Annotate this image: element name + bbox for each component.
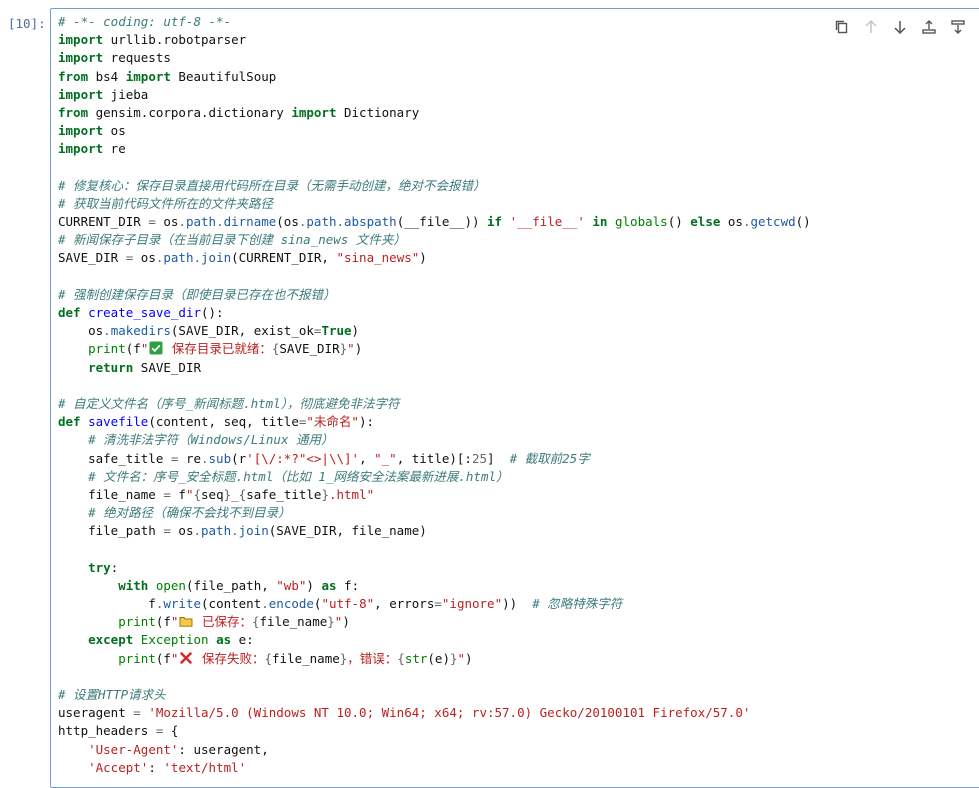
code-line: return SAVE_DIR [88, 359, 201, 375]
code-line: # 文件名：序号_安全标题.html（比如 1_网络安全法案最新进展.html） [58, 468, 509, 484]
code-line: def savefile(content, seq, title="未命名"): [58, 414, 374, 430]
code-line: # 修复核心：保存目录直接用代码所在目录（无需手动创建，绝对不会报错） [58, 177, 486, 193]
code-line: # 绝对路径（确保不会找不到目录） [58, 505, 291, 521]
code-line: CURRENT_DIR = os.path.dirname(os.path.ab… [58, 214, 811, 230]
code-line: file_path = os.path.join(SAVE_DIR, file_… [58, 523, 427, 539]
insert-above-icon[interactable] [919, 17, 938, 36]
execution-count: [10]: [8, 16, 46, 31]
code-line: import urllib.robotparser [58, 32, 247, 48]
insert-below-icon[interactable] [948, 17, 967, 36]
code-line: # 强制创建保存目录（即使目录已存在也不报错） [58, 286, 336, 302]
code-line: import re [58, 141, 126, 157]
copy-icon[interactable] [832, 17, 851, 36]
code-line: 'User-Agent': useragent, [88, 741, 269, 757]
code-line: # 获取当前代码文件所在的文件夹路径 [58, 195, 274, 211]
code-line: print(f" 保存失败：{file_name}，错误：{str(e)}") [118, 650, 473, 666]
cross-mark-icon [180, 651, 193, 664]
check-mark-icon [149, 341, 163, 355]
code-line: # 设置HTTP请求头 [58, 686, 166, 702]
code-line: safe_title = re.sub(r'[\/:*?"<>|\\]', "_… [58, 450, 590, 466]
code-line: f.write(content.encode("utf-8", errors="… [58, 596, 623, 611]
code-line: # 自定义文件名（序号_新闻标题.html），彻底避免非法字符 [58, 395, 400, 411]
move-up-icon[interactable] [861, 17, 880, 36]
code-line: http_headers = { [58, 723, 179, 739]
code-editor[interactable]: # -*- coding: utf-8 -*- import urllib.rob… [50, 8, 979, 788]
code-line: import os [58, 123, 126, 139]
code-line: import jieba [58, 86, 149, 102]
code-line: except Exception as e: [88, 632, 254, 648]
code-line: file_name = f"{seq}_{safe_title}.html" [58, 486, 375, 502]
code-line: print(f" 保存目录已就绪：{SAVE_DIR}") [88, 341, 363, 357]
cell-toolbar [832, 17, 967, 36]
code-line: # -*- coding: utf-8 -*- [58, 14, 232, 29]
code-line: try: [88, 559, 119, 575]
code-line: 'Accept': 'text/html' [88, 759, 247, 775]
code-line: # 新闻保存子目录（在当前目录下创建 sina_news 文件夹） [58, 232, 406, 248]
move-down-icon[interactable] [890, 17, 909, 36]
code-content[interactable]: # -*- coding: utf-8 -*- import urllib.rob… [58, 13, 811, 777]
notebook-cell[interactable]: [10]: # -*- coding: utf-8 -*- import urll… [0, 0, 979, 788]
code-line: os.makedirs(SAVE_DIR, exist_ok=True) [58, 323, 360, 339]
code-line: SAVE_DIR = os.path.join(CURRENT_DIR, "si… [58, 250, 427, 266]
folder-icon [180, 617, 193, 627]
code-line: import requests [58, 50, 171, 66]
code-line: with open(file_path, "wb") as f: [118, 577, 360, 593]
code-line: from bs4 import BeautifulSoup [58, 68, 277, 84]
code-line: # 清洗非法字符（Windows/Linux 通用） [58, 432, 334, 448]
code-line: print(f" 已保存：{file_name}") [118, 614, 350, 630]
code-line: def create_save_dir(): [58, 305, 224, 320]
code-line: useragent = 'Mozilla/5.0 (Windows NT 10.… [58, 705, 751, 721]
code-line: from gensim.corpora.dictionary import Di… [58, 104, 420, 120]
